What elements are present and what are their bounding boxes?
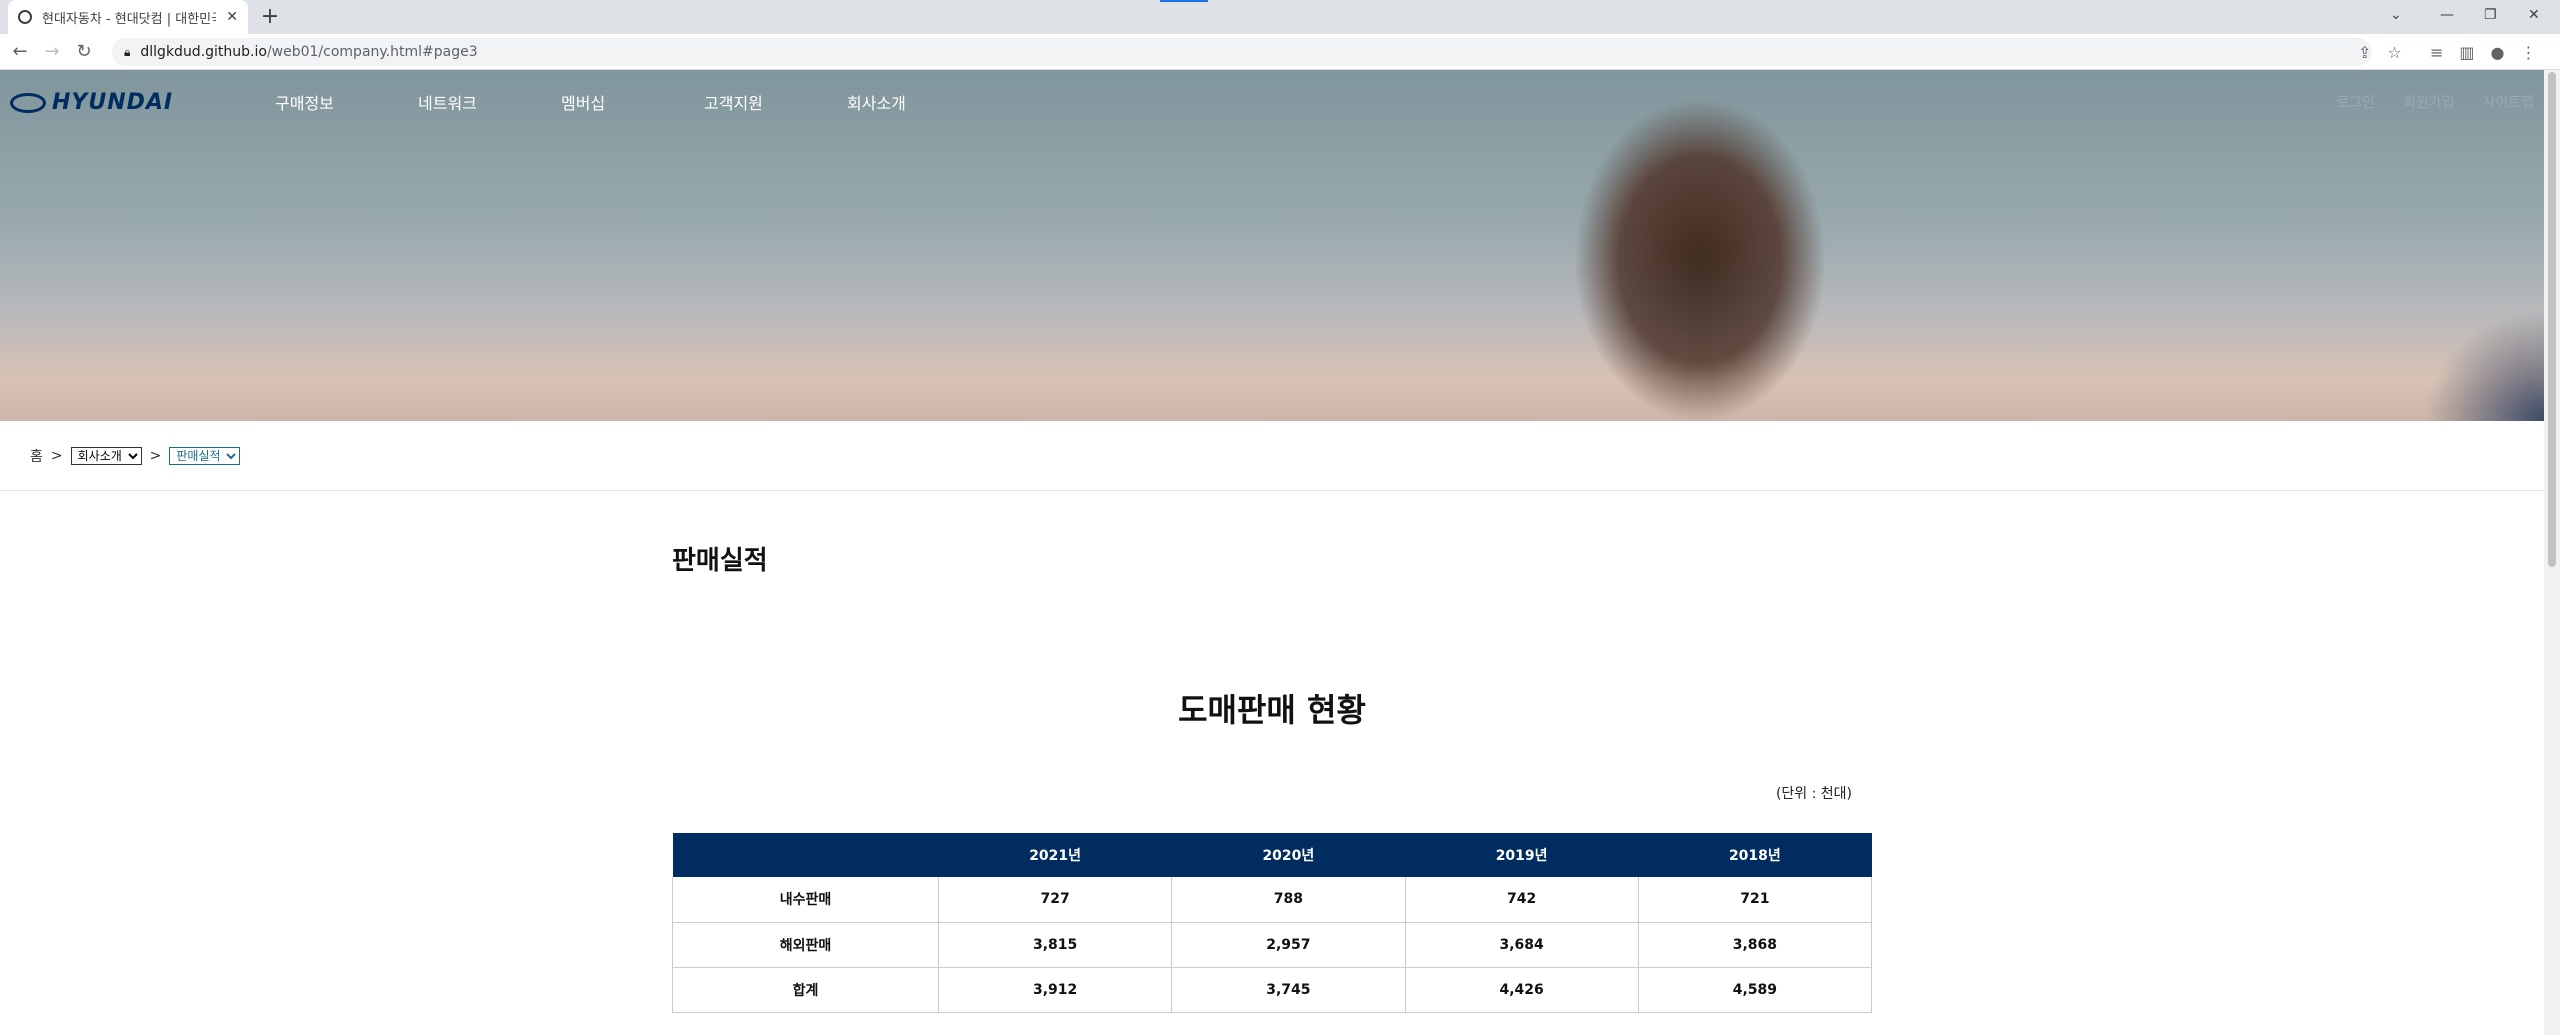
table-cell: 3,745 [1171,967,1405,1013]
table-title: 도매판매 현황 [1178,691,1366,729]
url-host: dllgkdud.github.io [140,44,267,60]
global-nav: 구매정보 네트워크 멤버십 고객지원 회사소개 [275,90,990,114]
table-cell: 727 [937,877,1172,923]
bookmark-star-icon[interactable]: ☆ [2387,43,2401,62]
table-row: 해외판매 3,815 2,957 3,684 3,868 [672,922,1873,968]
breadcrumb-separator: > [50,448,63,464]
row-label: 해외판매 [672,922,939,968]
close-window-icon[interactable]: ✕ [2528,0,2540,30]
utility-nav: 로그인 회원가입 사이트맵 [2336,92,2534,112]
restore-icon[interactable]: ❐ [2484,0,2497,30]
table-cell: 4,426 [1404,967,1639,1013]
table-cell: 3,815 [937,922,1172,968]
row-label: 내수판매 [672,877,939,923]
table-cell: 4,589 [1637,967,1873,1013]
browser-tab-bar: 현대자동차 - 현대닷컴 | 대한민국 ✕ + ⌄ — ❐ ✕ [0,0,2560,34]
forward-icon[interactable]: → [40,40,64,64]
table-row: 합계 3,912 3,745 4,426 4,589 [672,967,1873,1013]
table-header-row: 2021년 2020년 2019년 2018년 [672,833,1872,877]
table-cell: 788 [1171,877,1405,923]
globe-icon [18,10,32,24]
nav-purchase-info[interactable]: 구매정보 [275,90,418,114]
table-cell: 3,684 [1404,922,1639,968]
logo-text: HYUNDAI [52,90,174,115]
profile-icon[interactable]: ● [2491,43,2505,62]
unit-label: (단위 : 천대) [1775,786,1852,802]
menu-icon[interactable]: ⋮ [2521,43,2537,62]
nav-membership[interactable]: 멤버십 [561,90,704,114]
column-header [672,833,939,877]
login-link[interactable]: 로그인 [2336,92,2375,112]
column-header: 2019년 [1405,833,1639,877]
table-cell: 2,957 [1171,922,1405,968]
url-path: /web01/company.html#page3 [266,44,478,60]
breadcrumb-separator: > [149,448,162,464]
browser-tab[interactable]: 현대자동차 - 현대닷컴 | 대한민국 ✕ [8,0,248,34]
nav-network[interactable]: 네트워크 [418,90,561,114]
table-cell: 742 [1404,877,1639,923]
minimize-icon[interactable]: — [2440,0,2454,30]
table-row: 내수판매 727 788 742 721 [672,877,1873,923]
close-tab-icon[interactable]: ✕ [226,9,238,25]
reload-icon[interactable]: ↻ [72,40,96,64]
new-tab-button[interactable]: + [258,5,282,29]
column-header: 2018년 [1638,833,1872,877]
tab-search-icon[interactable]: ⌄ [2390,0,2402,30]
table-cell: 3,868 [1637,922,1873,968]
sales-table: 2021년 2020년 2019년 2018년 내수판매 727 788 742… [672,833,1873,1013]
nav-company[interactable]: 회사소개 [847,90,990,114]
share-icon[interactable]: ⇪ [2358,43,2371,62]
table-cell: 721 [1637,877,1873,923]
hyundai-emblem-icon [10,92,46,113]
browser-toolbar: ← → ↻ 🔒︎ dllgkdud.github.io/web01/compan… [0,34,2560,70]
row-label: 합계 [672,967,939,1013]
breadcrumb: 홈 > 회사소개 > 판매실적 [30,446,241,466]
column-header: 2020년 [1171,833,1405,877]
tab-indicator [1160,0,1208,2]
signup-link[interactable]: 회원가입 [2403,92,2455,112]
tab-title: 현대자동차 - 현대닷컴 | 대한민국 [42,11,217,27]
hero-banner: HYUNDAI 구매정보 네트워크 멤버십 고객지원 회사소개 로그인 회원가입… [0,70,2544,421]
divider [0,490,2544,491]
nav-customer-support[interactable]: 고객지원 [704,90,847,114]
side-panel-icon[interactable]: ▥ [2459,43,2474,62]
scrollbar-thumb[interactable] [2548,72,2556,567]
page-title: 판매실적 [672,546,768,576]
page-scrollbar[interactable] [2544,70,2560,1035]
lock-icon: 🔒︎ [124,44,131,59]
back-icon[interactable]: ← [8,40,32,64]
breadcrumb-level2-select[interactable]: 판매실적 [169,447,241,465]
hyundai-logo[interactable]: HYUNDAI [10,90,173,115]
page-viewport: HYUNDAI 구매정보 네트워크 멤버십 고객지원 회사소개 로그인 회원가입… [0,70,2544,1035]
table-cell: 3,912 [937,967,1172,1013]
breadcrumb-home[interactable]: 홈 [30,446,43,466]
sitemap-link[interactable]: 사이트맵 [2482,92,2534,112]
column-header: 2021년 [938,833,1172,877]
reading-list-icon[interactable]: ≡ [2430,43,2443,62]
address-bar[interactable]: 🔒︎ dllgkdud.github.io/web01/company.html… [112,38,2372,66]
breadcrumb-level1-select[interactable]: 회사소개 [70,447,142,465]
